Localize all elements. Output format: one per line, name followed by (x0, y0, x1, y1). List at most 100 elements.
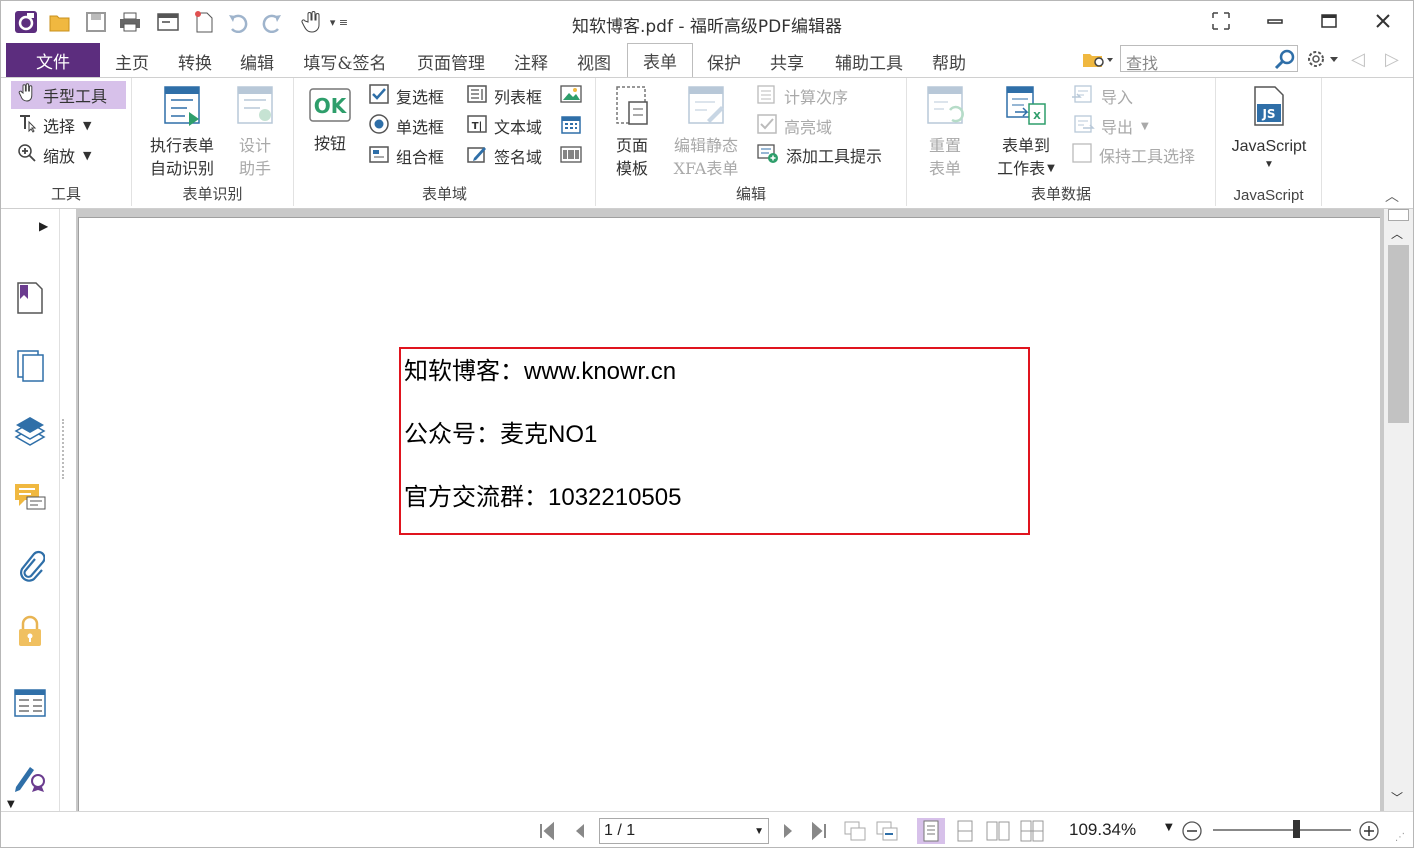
tab-convert[interactable]: 转换 (169, 45, 221, 77)
panel-more-icon[interactable]: ▼ (7, 799, 15, 810)
doc-line-blog: 知软博客：www.knowr.cn (404, 358, 677, 385)
gear-icon[interactable] (1305, 47, 1341, 75)
tab-form[interactable]: 表单 (627, 43, 693, 77)
folder-search-icon[interactable] (1081, 49, 1115, 75)
svg-text:OK: OK (314, 94, 348, 118)
tab-protect[interactable]: 保护 (698, 45, 750, 77)
search-input[interactable]: 查找 (1120, 45, 1298, 73)
zoom-tool-button[interactable]: 缩放 ▼ (17, 142, 91, 168)
zoom-value[interactable]: 109.34% (1069, 820, 1136, 840)
first-page-icon[interactable] (537, 820, 559, 842)
javascript-button[interactable]: JS JavaScript ▼ (1222, 84, 1316, 172)
close-button[interactable] (1361, 7, 1405, 35)
zoom-slider-track[interactable] (1213, 829, 1351, 831)
signature-panel-icon[interactable] (13, 759, 47, 797)
barcode-field-button[interactable] (560, 142, 582, 170)
group-tools: 手型工具 选择 ▼ 缩放 ▼ 工具 (1, 78, 132, 206)
tab-page-manage[interactable]: 页面管理 (406, 45, 496, 77)
signature-field-button[interactable]: 签名域 (466, 142, 542, 170)
calc-order-button[interactable]: 计算次序 (756, 82, 848, 110)
lock-icon[interactable] (15, 615, 45, 653)
tab-accessibility[interactable]: 辅助工具 (827, 45, 911, 77)
form-fields-panel-icon[interactable] (13, 687, 47, 723)
highlight-field-button[interactable]: 高亮域 (756, 112, 832, 140)
scroll-thumb[interactable] (1388, 245, 1409, 423)
edit-xfa-button[interactable]: 编辑静态 XFA表单 (666, 84, 746, 180)
listbox-field-button[interactable]: 列表框 (466, 82, 542, 110)
tab-edit[interactable]: 编辑 (231, 45, 283, 77)
form-to-sheet-label-1: 表单到 (1001, 136, 1050, 155)
pages-thumbnail-icon[interactable] (15, 349, 45, 387)
chevron-right-icon[interactable]: ▷ (1385, 49, 1399, 70)
tab-share[interactable]: 共享 (761, 45, 813, 77)
tab-file[interactable]: 文件 (6, 43, 100, 77)
checkbox-field-label: 复选框 (396, 88, 445, 107)
comments-icon[interactable] (13, 481, 47, 519)
expand-panel-icon[interactable]: ▶ (39, 219, 48, 233)
chevron-left-icon[interactable]: ◁ (1351, 49, 1365, 70)
button-field-button[interactable]: OK 按钮 (304, 86, 356, 155)
checkbox-field-button[interactable]: 复选框 (368, 82, 444, 110)
tab-help[interactable]: 帮助 (923, 45, 975, 77)
single-page-view-icon[interactable] (917, 818, 945, 844)
tab-home[interactable]: 主页 (106, 45, 158, 77)
minimize-button[interactable] (1253, 7, 1297, 35)
tab-comment[interactable]: 注释 (505, 45, 557, 77)
attachment-icon[interactable] (15, 549, 46, 589)
scroll-down-icon[interactable]: ﹀ (1391, 789, 1403, 806)
export-button[interactable]: 导出 ▼ (1071, 112, 1149, 140)
select-tool-button[interactable]: 选择 ▼ (17, 112, 91, 138)
scroll-up-icon[interactable]: ︿ (1391, 225, 1403, 242)
reset-form-icon (924, 84, 966, 134)
continuous-view-icon[interactable] (953, 820, 977, 842)
last-page-icon[interactable] (807, 820, 829, 842)
tab-view[interactable]: 视图 (568, 45, 620, 77)
radio-field-button[interactable]: 单选框 (368, 112, 444, 140)
facing-view-icon[interactable] (985, 820, 1011, 842)
group-label-fields: 表单域 (421, 185, 467, 203)
run-recognition-label-2: 自动识别 (149, 159, 214, 178)
maximize-button[interactable] (1307, 7, 1351, 35)
previous-view-icon[interactable] (843, 820, 867, 842)
form-to-sheet-icon: X (1003, 84, 1049, 134)
title-bar: ▾ ≡ 知软博客.pdf - 福昕高级PDF编辑器 (1, 1, 1413, 43)
image-field-button[interactable] (560, 82, 582, 110)
layers-icon[interactable] (13, 415, 47, 453)
date-field-button[interactable] (560, 112, 582, 140)
form-to-sheet-button[interactable]: X 表单到 工作表 ▼ (987, 84, 1065, 180)
form-field-box[interactable]: 知软博客：www.knowr.cn 公众号：麦克NO1 官方交流群：103221… (399, 347, 1030, 535)
page-template-button[interactable]: 页面 模板 (602, 84, 662, 180)
zoom-slider-thumb[interactable] (1292, 820, 1300, 838)
page-number-input[interactable]: 1 / 1 ▼ (599, 818, 769, 844)
reset-form-button[interactable]: 重置 表单 (915, 84, 975, 180)
textfield-button[interactable]: T| 文本域 (466, 112, 542, 140)
chevron-down-icon[interactable]: ▼ (1165, 822, 1173, 833)
menu-bar: 文件 主页 转换 编辑 填写&签名 页面管理 注释 视图 表单 保护 共享 辅助… (1, 43, 1413, 77)
chevron-down-icon[interactable]: ▼ (754, 826, 764, 837)
chevron-down-icon: ▼ (1047, 163, 1055, 174)
tab-fill-sign[interactable]: 填写&签名 (297, 45, 393, 77)
panel-splitter[interactable] (59, 209, 76, 811)
run-recognition-button[interactable]: 执行表单 自动识别 (144, 84, 220, 180)
group-form-data: 重置 表单 X 表单到 工作表 ▼ 导入 导出 ▼ 保持工具选择 表单数据 (907, 78, 1216, 206)
bookmark-icon[interactable] (15, 281, 45, 319)
add-tooltip-button[interactable]: 添加工具提示 (756, 141, 882, 169)
next-view-icon[interactable] (875, 820, 899, 842)
hand-tool-button[interactable]: 手型工具 (11, 81, 126, 109)
split-view-handle[interactable] (1388, 209, 1409, 221)
collapse-ribbon-icon[interactable]: ︿ (1385, 186, 1399, 206)
radio-field-label: 单选框 (396, 118, 445, 137)
design-assistant-button[interactable]: 设计 助手 (224, 84, 286, 180)
zoom-out-icon[interactable] (1181, 820, 1203, 842)
import-button[interactable]: 导入 (1071, 82, 1133, 110)
next-page-icon[interactable] (777, 820, 799, 842)
fullscreen-icon[interactable] (1199, 7, 1243, 35)
prev-page-icon[interactable] (569, 820, 591, 842)
search-icon[interactable] (1273, 48, 1297, 76)
combo-field-button[interactable]: 组合框 (368, 142, 444, 170)
combo-field-label: 组合框 (396, 148, 445, 167)
continuous-facing-view-icon[interactable] (1019, 820, 1045, 842)
vertical-scrollbar[interactable]: ︿ ﹀ (1384, 209, 1413, 811)
zoom-in-icon[interactable] (1358, 820, 1380, 842)
keep-tool-checkbox[interactable]: 保持工具选择 (1071, 141, 1195, 169)
